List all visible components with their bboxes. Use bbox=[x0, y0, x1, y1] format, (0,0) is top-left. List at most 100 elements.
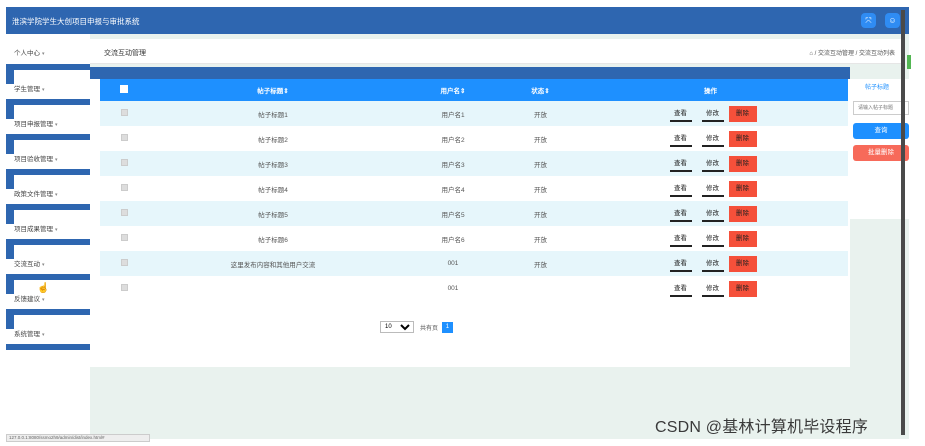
view-button[interactable]: 查看 bbox=[669, 108, 692, 122]
sidebar-item-label: 项目申报管理 bbox=[14, 121, 53, 128]
chevron-down-icon: ▾ bbox=[55, 227, 58, 233]
table-row: 帖子标题5 用户名5 开放 查看 修改 删除 bbox=[100, 201, 848, 226]
window-edge bbox=[901, 10, 905, 435]
sidebar-item-label: 学生管理 bbox=[14, 86, 40, 93]
row-checkbox[interactable] bbox=[120, 259, 128, 266]
row-checkbox[interactable] bbox=[120, 109, 128, 116]
table-row: 帖子标题4 用户名4 开放 查看 修改 删除 bbox=[100, 176, 848, 201]
status-url: 127.0.0.1:8080/ssmo2h9/admin/dist/index.… bbox=[6, 434, 150, 442]
status-cell: 开放 bbox=[508, 101, 573, 126]
view-button[interactable]: 查看 bbox=[669, 283, 692, 297]
post-title-cell: 帖子标题3 bbox=[148, 151, 398, 176]
username-cell: 用户名4 bbox=[398, 176, 508, 201]
page-number-button[interactable]: 1 bbox=[441, 321, 453, 333]
chevron-down-icon: ▾ bbox=[55, 122, 58, 128]
username-cell: 用户名5 bbox=[398, 201, 508, 226]
table-row: 帖子标题2 用户名2 开放 查看 修改 删除 bbox=[100, 126, 848, 151]
status-cell: 开放 bbox=[508, 151, 573, 176]
delete-button[interactable]: 删除 bbox=[728, 155, 757, 172]
status-cell: 开放 bbox=[508, 126, 573, 151]
delete-button[interactable]: 删除 bbox=[728, 205, 757, 222]
view-button[interactable]: 查看 bbox=[669, 208, 692, 222]
row-checkbox[interactable] bbox=[120, 184, 128, 191]
page-size-select[interactable]: 10 bbox=[380, 321, 414, 333]
post-title-cell: 帖子标题2 bbox=[148, 126, 398, 151]
username-cell: 用户名2 bbox=[398, 126, 508, 151]
post-title-cell bbox=[148, 276, 398, 301]
sidebar-item-label: 反馈建议 bbox=[14, 296, 40, 303]
chevron-down-icon: ▾ bbox=[55, 192, 58, 198]
edit-button[interactable]: 修改 bbox=[701, 258, 724, 272]
sidebar-item-label: 项目成果管理 bbox=[14, 226, 53, 233]
watermark: CSDN @基林计算机毕设程序 bbox=[655, 419, 869, 436]
sidebar-item-label: 交流互动 bbox=[14, 261, 40, 268]
sidebar-separator bbox=[6, 344, 90, 350]
view-button[interactable]: 查看 bbox=[669, 158, 692, 172]
username-cell: 001 bbox=[398, 251, 508, 276]
table-row: 001 查看 修改 删除 bbox=[100, 276, 848, 301]
search-panel: 帖子标题 查询 批量删除 bbox=[849, 79, 909, 219]
column-header-title[interactable]: 帖子标题⇕ bbox=[148, 79, 398, 101]
chevron-down-icon: ▾ bbox=[55, 157, 58, 163]
row-checkbox[interactable] bbox=[120, 159, 128, 166]
view-button[interactable]: 查看 bbox=[669, 258, 692, 272]
chevron-down-icon: ▾ bbox=[42, 332, 45, 338]
status-cell: 开放 bbox=[508, 201, 573, 226]
post-title-cell: 帖子标题1 bbox=[148, 101, 398, 126]
edit-button[interactable]: 修改 bbox=[701, 233, 724, 247]
card-top-band bbox=[90, 67, 850, 79]
chevron-down-icon: ▾ bbox=[42, 87, 45, 93]
delete-button[interactable]: 删除 bbox=[728, 105, 757, 122]
edit-button[interactable]: 修改 bbox=[701, 108, 724, 122]
delete-button[interactable]: 删除 bbox=[728, 130, 757, 147]
status-cell: 开放 bbox=[508, 251, 573, 276]
delete-button[interactable]: 删除 bbox=[728, 180, 757, 197]
user-icon[interactable]: ☺ bbox=[885, 13, 900, 28]
status-cell: 开放 bbox=[508, 176, 573, 201]
breadcrumb[interactable]: ⌂ / 交流互动管理 / 交流互动列表 bbox=[809, 48, 895, 57]
row-checkbox[interactable] bbox=[120, 134, 128, 141]
edit-button[interactable]: 修改 bbox=[701, 183, 724, 197]
row-checkbox[interactable] bbox=[120, 284, 128, 291]
sidebar-item-label: 项目验收管理 bbox=[14, 156, 53, 163]
scroll-indicator[interactable] bbox=[907, 55, 911, 69]
delete-button[interactable]: 删除 bbox=[728, 255, 757, 272]
table-header-row: 帖子标题⇕ 用户名⇕ 状态⇕ 操作 bbox=[100, 79, 848, 101]
username-cell: 用户名3 bbox=[398, 151, 508, 176]
status-cell: 开放 bbox=[508, 226, 573, 251]
view-button[interactable]: 查看 bbox=[669, 183, 692, 197]
column-header-actions: 操作 bbox=[573, 79, 848, 101]
username-cell: 用户名6 bbox=[398, 226, 508, 251]
breadcrumb-bar: 交流互动管理 ⌂ / 交流互动管理 / 交流互动列表 bbox=[90, 39, 905, 64]
column-header-status[interactable]: 状态⇕ bbox=[508, 79, 573, 101]
select-all-checkbox[interactable] bbox=[100, 79, 148, 101]
post-title-cell: 帖子标题5 bbox=[148, 201, 398, 226]
column-header-user[interactable]: 用户名⇕ bbox=[398, 79, 508, 101]
view-button[interactable]: 查看 bbox=[669, 133, 692, 147]
total-pages-label: 共有页 bbox=[419, 325, 438, 332]
main-content: 交流互动管理 ⌂ / 交流互动管理 / 交流互动列表 帖子标题⇕ 用户名⇕ 状态… bbox=[90, 34, 909, 439]
app-title: 淮滨学院学生大创项目申报与审批系统 bbox=[12, 17, 140, 26]
top-navbar: 淮滨学院学生大创项目申报与审批系统 ⤧ ☺ bbox=[6, 7, 909, 34]
row-checkbox[interactable] bbox=[120, 209, 128, 216]
edit-button[interactable]: 修改 bbox=[701, 133, 724, 147]
edit-button[interactable]: 修改 bbox=[701, 158, 724, 172]
edit-button[interactable]: 修改 bbox=[701, 283, 724, 297]
app-window: 淮滨学院学生大创项目申报与审批系统 ⤧ ☺ 个人中心 ▾ 学生管理 ▾ 项目申报管理… bbox=[6, 7, 909, 439]
row-checkbox[interactable] bbox=[120, 234, 128, 241]
table-row: 这里发布内容和其他用户交流 001 开放 查看 修改 删除 bbox=[100, 251, 848, 276]
expand-icon[interactable]: ⤧ bbox=[861, 13, 876, 28]
post-title-cell: 帖子标题4 bbox=[148, 176, 398, 201]
table-row: 帖子标题3 用户名3 开放 查看 修改 删除 bbox=[100, 151, 848, 176]
post-title-cell: 帖子标题6 bbox=[148, 226, 398, 251]
pagination: 10 共有页 1 bbox=[380, 321, 453, 335]
sidebar-item-label: 系统管理 bbox=[14, 331, 40, 338]
delete-button[interactable]: 删除 bbox=[728, 230, 757, 247]
chevron-down-icon: ▾ bbox=[42, 297, 45, 303]
chevron-down-icon: ▾ bbox=[42, 51, 45, 57]
search-label: 帖子标题 bbox=[864, 85, 889, 91]
sidebar-item-label: 个人中心 bbox=[14, 50, 40, 57]
view-button[interactable]: 查看 bbox=[669, 233, 692, 247]
delete-button[interactable]: 删除 bbox=[728, 280, 757, 297]
edit-button[interactable]: 修改 bbox=[701, 208, 724, 222]
